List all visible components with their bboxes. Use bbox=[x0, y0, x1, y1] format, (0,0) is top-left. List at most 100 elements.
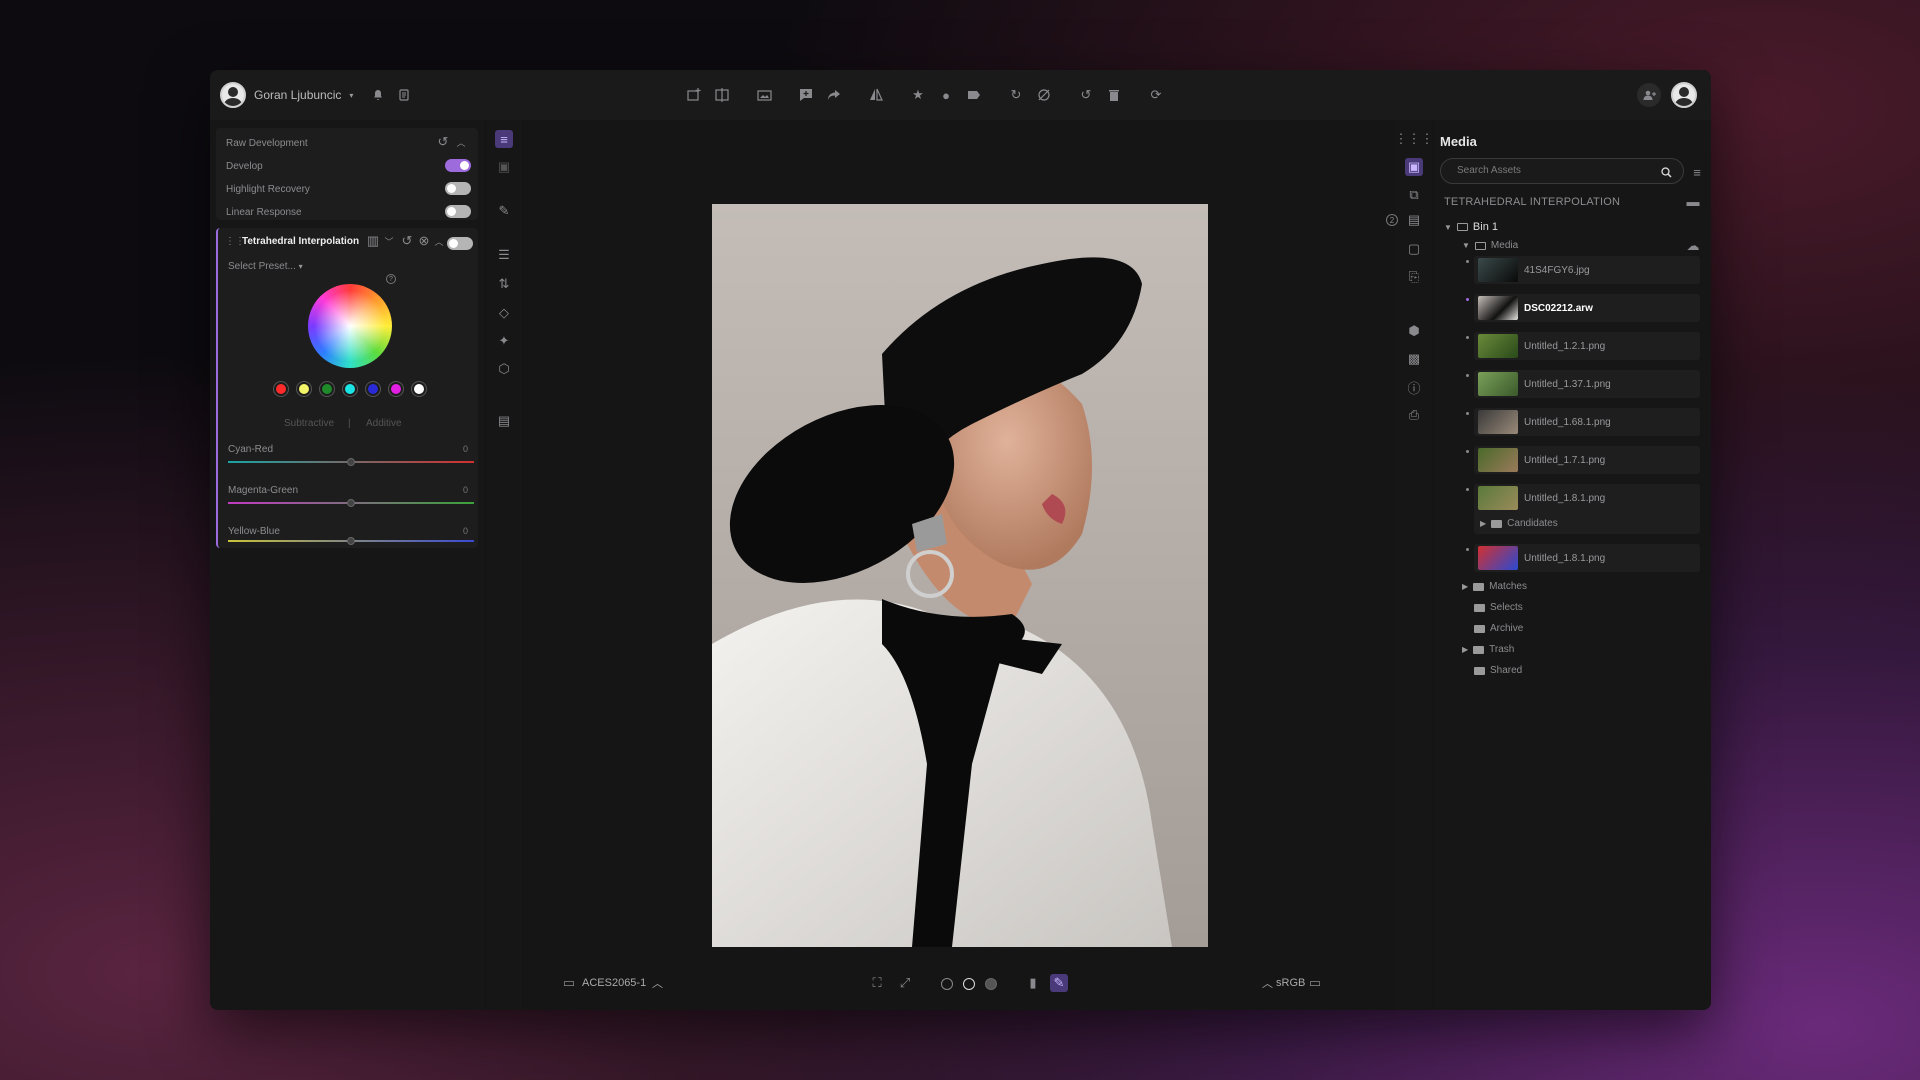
cube-icon[interactable]: ⬡ bbox=[495, 360, 513, 378]
monitor-icon[interactable]: ▭ bbox=[1306, 974, 1324, 992]
linear-response-toggle[interactable] bbox=[445, 205, 471, 218]
preset-select[interactable]: Select Preset... ▾ bbox=[228, 261, 303, 272]
bin-label[interactable]: Bin 1 bbox=[1473, 221, 1498, 233]
swatch-yellow[interactable] bbox=[297, 382, 311, 396]
folder-selects[interactable]: Selects bbox=[1474, 602, 1523, 613]
media-folder[interactable]: ▼ Media bbox=[1462, 240, 1518, 251]
reset-icon[interactable]: ↺ bbox=[398, 232, 416, 250]
info-icon[interactable]: ⓘ bbox=[1405, 378, 1423, 396]
yellow-blue-slider[interactable] bbox=[228, 537, 474, 545]
comment-add-icon[interactable] bbox=[797, 86, 815, 104]
swatch-blue[interactable] bbox=[366, 382, 380, 396]
bin-1[interactable]: ▼ Bin 1 bbox=[1444, 221, 1498, 233]
chevron-down-icon[interactable]: ▼ bbox=[1462, 241, 1470, 250]
layers-icon[interactable]: ▣ bbox=[495, 158, 513, 176]
folder-label[interactable]: Matches bbox=[1489, 581, 1527, 592]
folder-label[interactable]: Selects bbox=[1490, 602, 1523, 613]
edit-panel-icon[interactable]: ≡ bbox=[495, 130, 513, 148]
color-picker-icon[interactable]: ✎ bbox=[1050, 974, 1068, 992]
chevron-down-icon[interactable]: ﹀ bbox=[380, 232, 398, 250]
chevron-up-icon[interactable]: ︿ bbox=[652, 975, 663, 991]
new-folder-icon[interactable]: ▬ bbox=[1684, 192, 1702, 210]
compare-icon[interactable] bbox=[713, 86, 731, 104]
search-icon[interactable] bbox=[1657, 163, 1675, 181]
preset-label[interactable]: Select Preset... bbox=[228, 261, 296, 272]
input-color-space[interactable]: ACES2065-1 bbox=[582, 977, 646, 989]
sort-icon[interactable]: ⇅ bbox=[495, 275, 513, 293]
folder-archive[interactable]: Archive bbox=[1474, 623, 1523, 634]
bookmark-icon[interactable]: ⎘ bbox=[1405, 268, 1423, 286]
document-icon[interactable] bbox=[395, 86, 413, 104]
swatch-red[interactable] bbox=[274, 382, 288, 396]
swatch-green[interactable] bbox=[320, 382, 334, 396]
asset-item[interactable]: Untitled_1.68.1.png bbox=[1466, 408, 1700, 436]
slider-thumb[interactable] bbox=[347, 537, 355, 545]
circle-icon[interactable]: ● bbox=[937, 86, 955, 104]
slider-thumb[interactable] bbox=[347, 458, 355, 466]
folder-matches[interactable]: ▶ Matches bbox=[1462, 581, 1527, 592]
chevron-right-icon[interactable]: ▶ bbox=[1462, 645, 1468, 654]
sliders-icon[interactable]: ☰ bbox=[495, 246, 513, 264]
background-gray-button[interactable] bbox=[985, 978, 997, 990]
chevron-right-icon[interactable]: ▶ bbox=[1480, 519, 1486, 528]
magenta-green-slider[interactable] bbox=[228, 499, 474, 507]
swatch-magenta[interactable] bbox=[389, 382, 403, 396]
tag-icon[interactable] bbox=[965, 86, 983, 104]
image-viewer[interactable]: ▭ ACES2065-1 ︿ ⛶ ⤢ ▮ ✎ ︿ sRGB ▭ bbox=[524, 120, 1404, 1010]
grid-icon[interactable]: ⋮⋮⋮ bbox=[1395, 130, 1434, 148]
star-icon[interactable]: ★ bbox=[909, 86, 927, 104]
chevron-right-icon[interactable]: ▶ bbox=[1462, 582, 1468, 591]
asset-item[interactable]: Untitled_1.37.1.png bbox=[1466, 370, 1700, 398]
folder-label[interactable]: Archive bbox=[1490, 623, 1523, 634]
asset-item[interactable]: Untitled_1.8.1.png bbox=[1466, 544, 1700, 572]
color-wheel[interactable] bbox=[308, 284, 392, 368]
swatch-white[interactable] bbox=[412, 382, 426, 396]
bell-icon[interactable] bbox=[369, 86, 387, 104]
filter-icon[interactable]: ≡ bbox=[1688, 163, 1706, 181]
trash-icon[interactable] bbox=[1105, 86, 1123, 104]
background-white-button[interactable] bbox=[963, 978, 975, 990]
camera-icon[interactable]: ▭ bbox=[560, 974, 578, 992]
search-assets[interactable] bbox=[1440, 158, 1684, 184]
highlight-recovery-toggle[interactable] bbox=[445, 182, 471, 195]
fullscreen-icon[interactable]: ⤢ bbox=[896, 974, 914, 992]
swatch-cyan[interactable] bbox=[343, 382, 357, 396]
user-menu[interactable]: Goran Ljubuncic ▾ bbox=[220, 82, 413, 108]
asset-item[interactable]: Untitled_1.7.1.png bbox=[1466, 446, 1700, 474]
add-user-icon[interactable] bbox=[1637, 83, 1661, 107]
folder-trash[interactable]: ▶ Trash bbox=[1462, 644, 1514, 655]
user-avatar[interactable] bbox=[220, 82, 246, 108]
copy-icon[interactable]: ⧉ bbox=[1405, 186, 1423, 204]
chevron-down-icon[interactable]: ▼ bbox=[1444, 223, 1452, 232]
sparkle-icon[interactable]: ✦ bbox=[495, 332, 513, 350]
gallery-icon[interactable] bbox=[755, 86, 773, 104]
folder-label[interactable]: Shared bbox=[1490, 665, 1522, 676]
chevron-up-icon[interactable]: ︿ bbox=[1262, 975, 1273, 991]
asset-item[interactable]: 41S4FGY6.jpg bbox=[1466, 256, 1700, 284]
photo-preview[interactable] bbox=[712, 204, 1208, 947]
asset-item[interactable]: DSC02212.arw bbox=[1466, 294, 1700, 322]
magic-wand-icon[interactable]: ✎ bbox=[495, 202, 513, 220]
chevron-down-icon[interactable]: ▾ bbox=[299, 262, 303, 271]
lut-icon[interactable]: ▩ bbox=[1405, 350, 1423, 368]
package-icon[interactable]: ⬢ bbox=[1405, 322, 1423, 340]
hide-icon[interactable] bbox=[1035, 86, 1053, 104]
candidates-label[interactable]: Candidates bbox=[1507, 518, 1558, 529]
output-color-space[interactable]: sRGB bbox=[1276, 977, 1305, 989]
image-add-icon[interactable] bbox=[685, 86, 703, 104]
histogram-icon[interactable]: ▮ bbox=[1024, 974, 1042, 992]
folder-label[interactable]: Trash bbox=[1489, 644, 1514, 655]
slider-thumb[interactable] bbox=[347, 499, 355, 507]
help-icon[interactable]: ? bbox=[386, 274, 396, 284]
tetrahedral-toggle[interactable] bbox=[447, 237, 473, 250]
rotate-icon[interactable]: ↻ bbox=[1007, 86, 1025, 104]
asset-item[interactable]: Untitled_1.8.1.png ▶ Candidates bbox=[1466, 484, 1700, 534]
chevron-up-icon[interactable]: ︿ bbox=[452, 133, 470, 151]
username[interactable]: Goran Ljubuncic bbox=[254, 88, 341, 102]
folder-shared[interactable]: Shared bbox=[1474, 665, 1522, 676]
candidates-folder[interactable]: ▶ Candidates bbox=[1480, 518, 1558, 529]
search-input[interactable] bbox=[1457, 165, 1637, 176]
crop-icon[interactable]: ◇ bbox=[495, 304, 513, 322]
asset-item[interactable]: Untitled_1.2.1.png bbox=[1466, 332, 1700, 360]
mirror-icon[interactable] bbox=[867, 86, 885, 104]
